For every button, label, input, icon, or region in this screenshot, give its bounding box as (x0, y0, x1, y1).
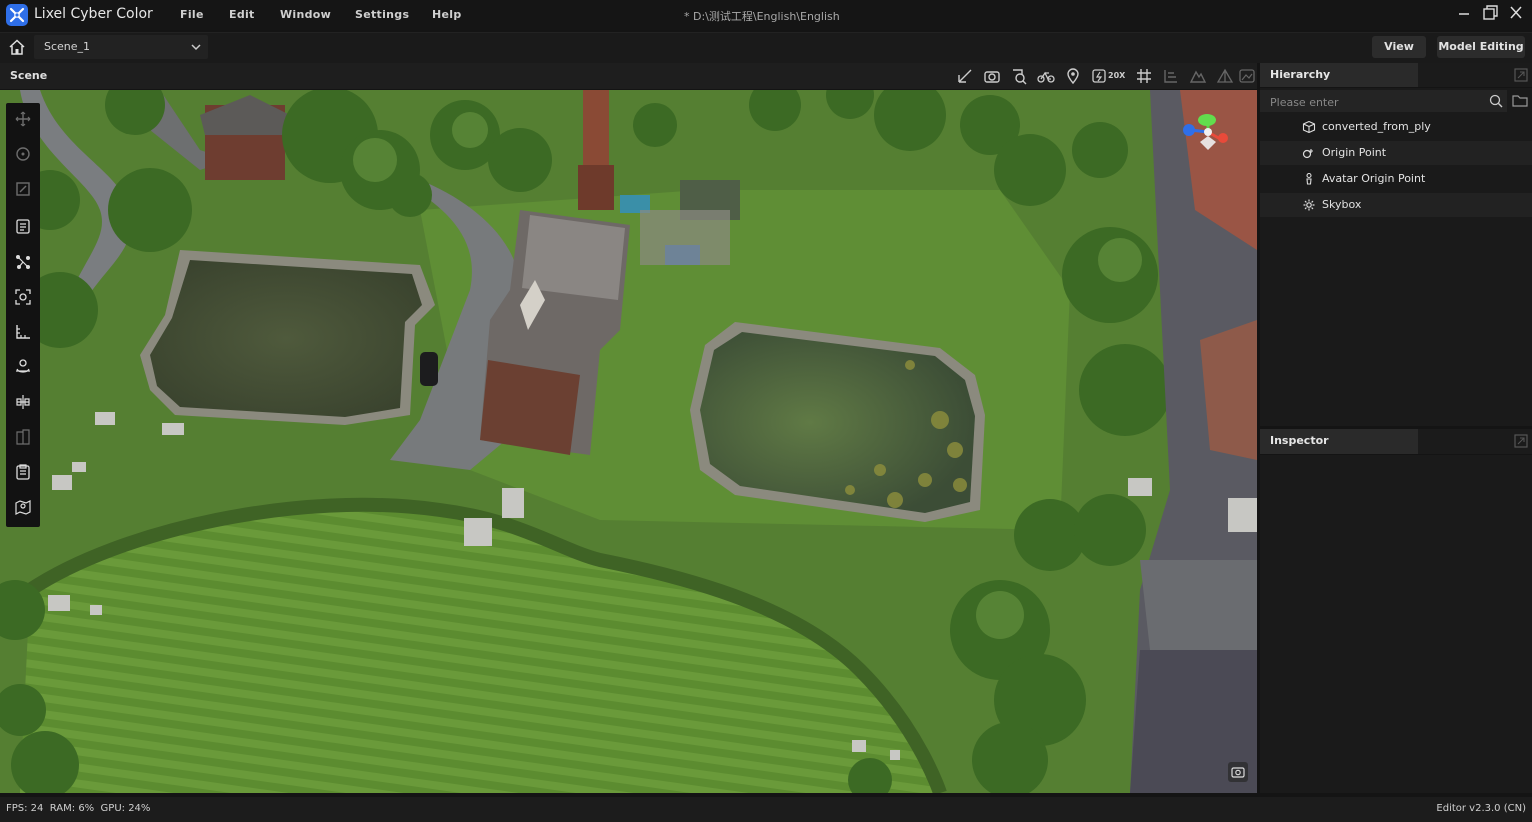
menu-window[interactable]: Window (280, 8, 331, 21)
path-icon[interactable] (6, 246, 40, 280)
inspector-title: Inspector (1270, 434, 1329, 447)
main-toolbar (0, 32, 1532, 63)
move-icon[interactable] (6, 103, 40, 137)
lixel-logo-icon (6, 4, 28, 26)
hierarchy-item-label: converted_from_ply (1322, 120, 1431, 133)
menu-edit[interactable]: Edit (229, 8, 255, 21)
hierarchy-item-label: Origin Point (1322, 146, 1387, 159)
menu-settings[interactable]: Settings (355, 8, 409, 21)
cube-icon (1302, 121, 1316, 133)
editor-version: Editor v2.3.0 (CN) (1436, 803, 1526, 814)
screenshot-icon[interactable] (1228, 762, 1248, 782)
balance-icon[interactable] (6, 386, 40, 420)
maximize-panel-icon[interactable] (1514, 434, 1528, 448)
image-icon[interactable] (1238, 67, 1256, 85)
home-icon[interactable] (8, 38, 26, 56)
hierarchy-tab-bar (1418, 63, 1532, 87)
chevron-down-icon (190, 41, 202, 53)
scene-header: Scene 20X (0, 63, 1257, 89)
hierarchy-title: Hierarchy (1270, 68, 1331, 81)
gear-icon (1302, 199, 1316, 211)
scale-icon[interactable] (6, 173, 40, 207)
scene-viewport[interactable] (0, 90, 1257, 793)
view-button[interactable]: View (1372, 36, 1426, 58)
menu-help[interactable]: Help (432, 8, 462, 21)
speed-label: 20X (1108, 71, 1126, 80)
rotate-icon[interactable] (6, 138, 40, 172)
speed-control[interactable]: 20X (1092, 67, 1126, 85)
hierarchy-item-label: Skybox (1322, 198, 1362, 211)
focus-icon[interactable] (6, 281, 40, 315)
measure-icon[interactable] (956, 67, 974, 85)
folder-icon[interactable] (1512, 93, 1528, 109)
hierarchy-search (1260, 90, 1507, 112)
performance-stats: FPS: 24 RAM: 6% GPU: 24% (6, 803, 151, 814)
clipboard-icon[interactable] (6, 456, 40, 490)
status-bar: FPS: 24 RAM: 6% GPU: 24% Editor v2.3.0 (… (0, 797, 1532, 822)
hierarchy-item-label: Avatar Origin Point (1322, 172, 1426, 185)
app-name: Lixel Cyber Color (34, 6, 153, 22)
scene-title: Scene (10, 69, 48, 82)
hierarchy-item-skybox[interactable]: Skybox (1260, 193, 1532, 217)
model-editing-button[interactable]: Model Editing (1437, 36, 1525, 58)
split-icon[interactable] (6, 421, 40, 455)
hierarchy-item-converted-from-ply[interactable]: converted_from_ply (1260, 115, 1532, 139)
restore-icon[interactable] (1479, 3, 1501, 23)
origin-icon (1302, 147, 1316, 159)
grid-icon[interactable] (1135, 67, 1153, 85)
inspector-panel (1260, 455, 1532, 793)
map-pin-icon[interactable] (6, 491, 40, 525)
ruler-icon[interactable] (6, 316, 40, 350)
hierarchy-item-origin-point[interactable]: Origin Point (1260, 141, 1532, 165)
close-icon[interactable] (1505, 3, 1527, 23)
character-icon[interactable] (6, 351, 40, 385)
scene-select[interactable]: Scene_1 (34, 35, 208, 59)
maximize-panel-icon[interactable] (1514, 68, 1528, 82)
avatar-icon (1302, 173, 1316, 185)
search-icon[interactable] (1489, 94, 1503, 108)
annotation-icon[interactable] (6, 211, 40, 245)
hierarchy-search-input[interactable] (1268, 93, 1482, 111)
hierarchy-tab[interactable]: Hierarchy (1260, 63, 1418, 87)
bicycle-icon[interactable] (1037, 67, 1055, 85)
window-title: * D:\测试工程\English\English (684, 10, 840, 23)
hierarchy-panel: converted_from_ply Origin Point Avatar O… (1260, 88, 1532, 426)
align-icon[interactable] (1162, 67, 1180, 85)
aerial-scene-render (0, 90, 1257, 793)
hierarchy-item-avatar-origin-point[interactable]: Avatar Origin Point (1260, 167, 1532, 191)
location-pin-icon[interactable] (1064, 67, 1082, 85)
search-object-icon[interactable] (1010, 67, 1028, 85)
scene-select-value: Scene_1 (44, 40, 91, 53)
inspector-tab[interactable]: Inspector (1260, 429, 1418, 454)
menu-file[interactable]: File (180, 8, 204, 21)
inspector-tab-bar (1418, 429, 1532, 454)
tool-strip (6, 103, 40, 527)
triangle-icon[interactable] (1216, 67, 1234, 85)
camera-icon[interactable] (983, 67, 1001, 85)
minimize-icon[interactable] (1453, 3, 1475, 23)
terrain-icon[interactable] (1189, 67, 1207, 85)
